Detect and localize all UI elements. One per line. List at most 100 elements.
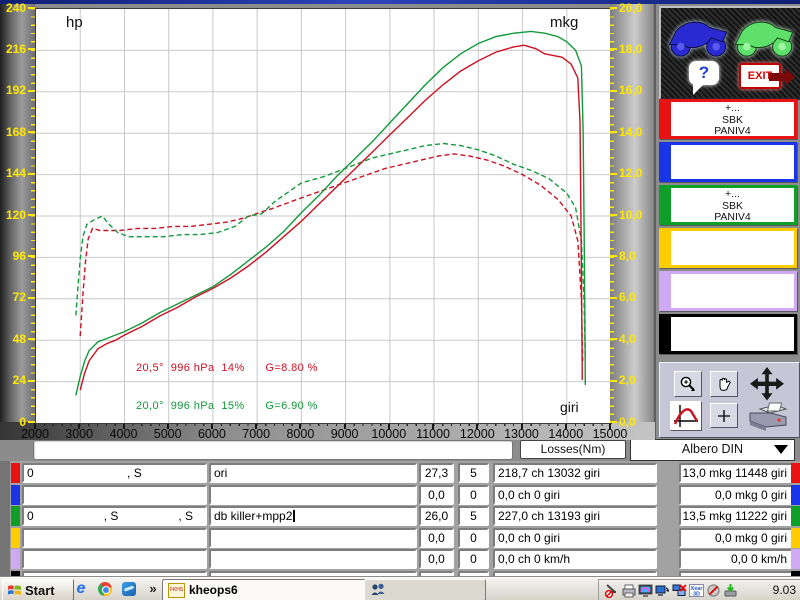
memory-slot-5[interactable] [659, 271, 797, 311]
torque-result: 13,0 mkg 11448 giri [679, 463, 793, 483]
smoothing-value[interactable]: 0,0 [419, 528, 454, 548]
add-tool-button[interactable] [710, 403, 738, 428]
power-result: 0,0 ch 0 giri [493, 528, 657, 548]
hp-tick [28, 7, 35, 9]
xear-3d-icon[interactable]: Xear3D [689, 583, 704, 598]
start-button[interactable]: Start [2, 579, 74, 600]
run-color-chip [791, 549, 800, 569]
display-color-icon[interactable] [638, 583, 653, 598]
runs-count[interactable]: 0 [458, 485, 489, 505]
printer-icon[interactable] [621, 583, 636, 598]
rpm-tick-label: 2000 [13, 427, 57, 441]
mkg-tick-label: 18,0 [619, 43, 653, 56]
network-error-icon[interactable] [672, 583, 687, 598]
hp-tick [28, 131, 35, 133]
run-color-chip [791, 485, 800, 505]
memory-slot-3[interactable]: +...SBKPANIV4 [659, 185, 797, 225]
taskbar-task-kheops6[interactable]: FKHS kheops6 [162, 579, 372, 600]
smoothing-value[interactable]: 27,3 [419, 463, 454, 483]
wireless-display-icon[interactable] [655, 583, 670, 598]
run-color-chip [11, 463, 20, 483]
run-label-field[interactable] [209, 485, 417, 505]
exit-button[interactable]: EXIT [739, 63, 795, 91]
smoothing-value[interactable]: 0,0 [419, 549, 454, 569]
smoothing-value[interactable]: 0,0 [419, 485, 454, 505]
run-color-chip [11, 549, 20, 569]
runs-count[interactable]: 0 [458, 549, 489, 569]
help-button[interactable]: ? [689, 61, 719, 85]
readout-bar[interactable] [33, 440, 513, 460]
system-tray: Xear3D 9.03 [598, 579, 800, 600]
runs-count[interactable]: 0 [458, 528, 489, 548]
figures-icon [370, 583, 386, 597]
rpm-tick-label: 5000 [146, 427, 190, 441]
memory-slot-4[interactable] [659, 228, 797, 268]
hp-tick [28, 338, 35, 340]
table-row: 0,000,0 ch 0 giri0,0 mkg 0 giri [0, 485, 800, 505]
run-name-field[interactable] [22, 485, 207, 505]
print-tool[interactable] [746, 401, 790, 433]
windows-logo-icon [7, 583, 22, 597]
run-label-field[interactable] [209, 549, 417, 569]
run-conditions-red: 20,5° 996 hPa 14% G=8.80 % [136, 362, 318, 374]
quick-launch-overflow[interactable]: » [144, 580, 162, 598]
bike-green-button[interactable] [733, 16, 795, 58]
run-name-field[interactable] [22, 528, 207, 548]
shaft-selector[interactable]: Albero DIN [630, 439, 795, 461]
slot-face [668, 228, 797, 268]
runs-table: 0 , Sori27,35218,7 ch 13032 giri13,0 mkg… [0, 461, 800, 576]
pan-tool-button[interactable] [710, 371, 738, 397]
slot-color-bar [659, 314, 668, 354]
hand-icon [716, 376, 732, 393]
safely-remove-icon[interactable] [723, 583, 738, 598]
mkg-tick [610, 421, 617, 423]
hp-tick-label: 120 [0, 209, 26, 222]
command-panel: ? EXIT [659, 6, 800, 100]
memory-slot-6[interactable] [659, 314, 797, 354]
mkg-tick [610, 90, 617, 92]
move-graph-tool[interactable] [748, 367, 786, 401]
volume-blocked-icon[interactable] [706, 583, 721, 598]
run-name-field[interactable]: 0 , S , S [22, 506, 207, 526]
losses-button[interactable]: Losses(Nm) [520, 440, 626, 459]
slot-label: +... [671, 103, 794, 115]
tray-clock: 9.03 [773, 580, 796, 600]
taskbar-task-2[interactable] [364, 579, 486, 600]
hp-tick-label: 72 [0, 291, 26, 304]
run-name-field[interactable] [22, 549, 207, 569]
print-blocked-icon[interactable] [604, 583, 619, 598]
memory-slot-2[interactable] [659, 142, 797, 182]
mkg-tick-label: 16,0 [619, 84, 653, 97]
run-label-field[interactable]: ori [209, 463, 417, 483]
zoom-tool-button[interactable] [674, 371, 702, 397]
chrome-icon[interactable] [96, 580, 114, 598]
hp-tick-label: 24 [0, 374, 26, 387]
memory-slot-1[interactable]: +...SBKPANIV4 [659, 99, 797, 139]
rpm-tick-label: 7000 [234, 427, 278, 441]
internet-explorer-icon[interactable]: e [72, 580, 90, 598]
rpm-tick-label: 6000 [190, 427, 234, 441]
runs-count[interactable]: 5 [458, 506, 489, 526]
magnifier-icon [679, 375, 697, 393]
bike-blue-button[interactable] [667, 16, 729, 58]
run-name-field[interactable]: 0 , S [22, 463, 207, 483]
run-label-field[interactable]: db killer+mpp2 [209, 506, 417, 526]
rpm-axis: 2000 3000 4000 5000 6000 7000 8000 9000 … [0, 422, 655, 440]
mkg-tick-label: 8,0 [619, 250, 653, 263]
run-label-field[interactable] [209, 528, 417, 548]
curve-tool-button[interactable] [670, 401, 702, 431]
run-color-chip [791, 463, 800, 483]
smoothing-value[interactable]: 26,0 [419, 506, 454, 526]
curves-canvas [36, 9, 611, 423]
plot-area[interactable]: hp mkg giri 20,5° 996 hPa 14% G=8.80 % 2… [35, 8, 612, 424]
mkg-tick-label: 4,0 [619, 333, 653, 346]
power-result: 0,0 ch 0 km/h [493, 549, 657, 569]
hp-axis: 0 24 48 72 96 120 144 168 192 [0, 4, 35, 422]
mkg-tick-label: 2,0 [619, 374, 653, 387]
table-row: 0,000,0 ch 0 giri0,0 mkg 0 giri [0, 528, 800, 548]
hp-tick [28, 90, 35, 92]
task-label: kheops6 [189, 583, 238, 597]
hp-tick-label: 192 [0, 84, 26, 97]
media-app-icon[interactable] [120, 580, 138, 598]
runs-count[interactable]: 5 [458, 463, 489, 483]
